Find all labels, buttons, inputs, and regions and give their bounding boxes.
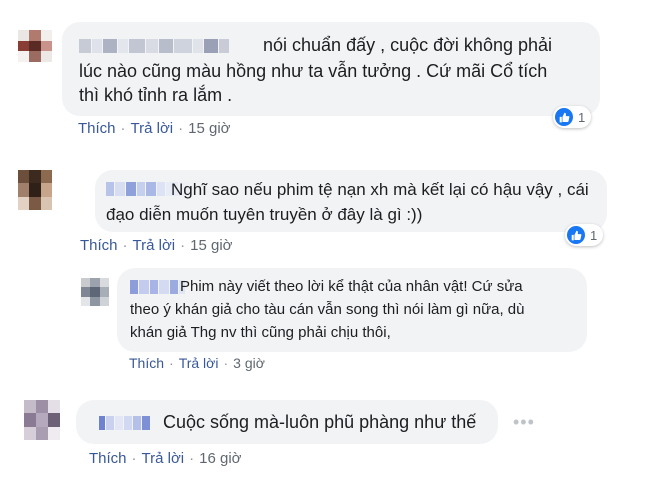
- like-button[interactable]: Thích: [80, 237, 118, 254]
- reaction-summary[interactable]: 1: [553, 106, 592, 128]
- comment-text: nói chuẩn đấy , cuộc đời không phải: [263, 35, 553, 55]
- separator-dot: ·: [180, 237, 186, 254]
- comment-text: Nghĩ sao nếu phim tệ nạn xh mà kết lại c…: [171, 180, 589, 199]
- separator-dot: ·: [169, 355, 174, 371]
- avatar[interactable]: [18, 170, 52, 210]
- reaction-count: 1: [578, 109, 586, 125]
- avatar[interactable]: [81, 278, 109, 306]
- comment-text: đạo diễn muốn tuyên truyền ở đây là gì :…: [106, 205, 423, 224]
- timestamp[interactable]: 15 giờ: [188, 120, 230, 137]
- reaction-count: 1: [590, 227, 598, 243]
- timestamp[interactable]: 3 giờ: [233, 355, 265, 371]
- separator-dot: ·: [178, 120, 184, 137]
- comment-actions: Thích · Trả lời · 15 giờ: [78, 120, 231, 137]
- like-icon: [555, 108, 573, 126]
- like-icon: [567, 226, 585, 244]
- commenter-name-redacted[interactable]: [79, 37, 230, 53]
- comment-text: thì khó tỉnh ra lắm .: [79, 85, 233, 105]
- reply-button[interactable]: Trả lời: [133, 237, 176, 254]
- timestamp[interactable]: 15 giờ: [190, 237, 232, 254]
- comment-text: Phim này viết theo lời kể thật của nhân …: [180, 278, 523, 295]
- separator-dot: ·: [122, 237, 128, 254]
- reply-button[interactable]: Trả lời: [142, 450, 185, 467]
- separator-dot: ·: [223, 355, 229, 371]
- reaction-summary[interactable]: 1: [565, 224, 604, 246]
- reply-button[interactable]: Trả lời: [131, 120, 174, 137]
- comment-text: lúc nào cũng màu hồng như ta vẫn tưởng .…: [79, 61, 548, 81]
- comment-text: theo ý khán giả cho tàu cán vẫn song thì…: [130, 301, 525, 318]
- avatar[interactable]: [24, 400, 60, 440]
- comment-actions: Thích · Trả lời · 16 giờ: [89, 450, 242, 467]
- comment-actions: Thích · Trả lời · 3 giờ: [129, 355, 265, 371]
- commenter-name-redacted[interactable]: [99, 414, 151, 430]
- separator-dot: ·: [131, 450, 137, 467]
- comment-text: khán giả Thg nv thì cũng phải chịu thôi,: [130, 324, 391, 341]
- avatar[interactable]: [18, 30, 52, 62]
- comment-actions: Thích · Trả lời · 15 giờ: [80, 237, 233, 254]
- separator-dot: ·: [189, 450, 195, 467]
- timestamp[interactable]: 16 giờ: [199, 450, 241, 467]
- comment-text: Cuộc sống mà-luôn phũ phàng như thế: [163, 412, 477, 432]
- like-button[interactable]: Thích: [89, 450, 127, 467]
- like-button[interactable]: Thích: [78, 120, 116, 137]
- like-button[interactable]: Thích: [129, 355, 164, 371]
- more-options-icon[interactable]: •••: [513, 412, 535, 433]
- commenter-name-redacted[interactable]: [130, 278, 186, 294]
- separator-dot: ·: [120, 120, 126, 137]
- reply-button[interactable]: Trả lời: [179, 355, 219, 371]
